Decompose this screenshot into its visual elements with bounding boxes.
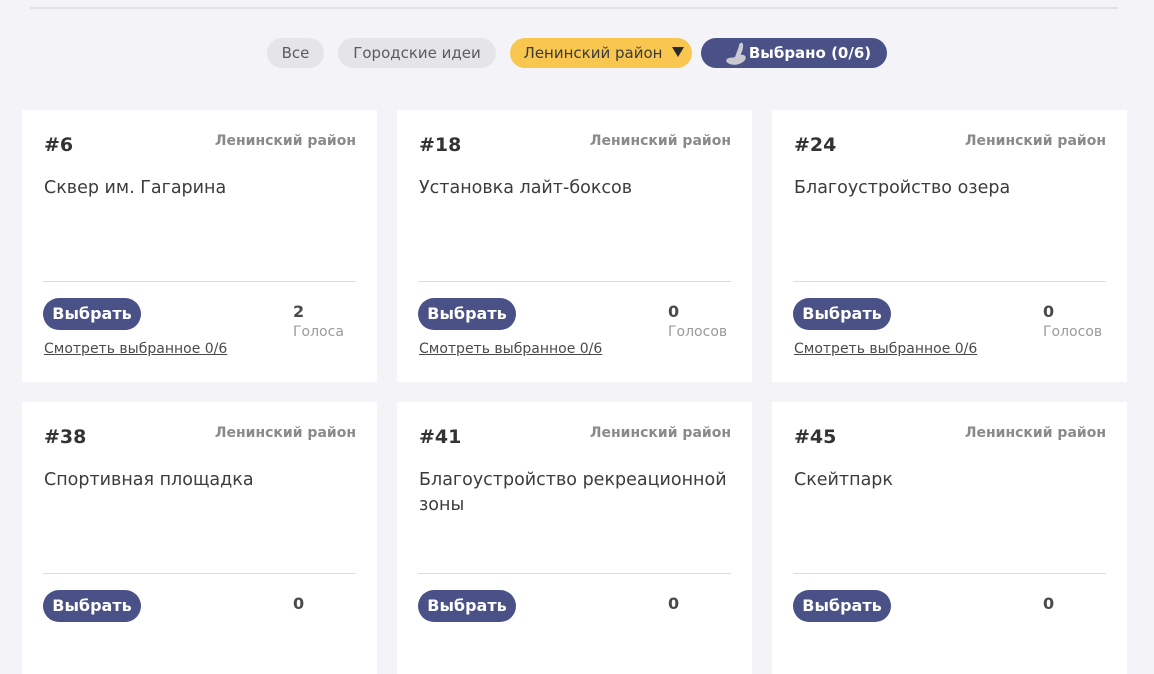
idea-title: Скейтпарк [794,470,893,490]
idea-district: Ленинский район [589,133,731,149]
idea-district: Ленинский район [964,425,1106,441]
idea-district: Ленинский район [214,425,356,441]
selected-ideas-label: Выбрано (0/6) [748,44,872,62]
view-selected-link[interactable]: Смотреть выбранное 0/6 [419,341,602,357]
choose-button[interactable]: Выбрать [793,298,891,330]
card-divider [43,573,356,574]
filter-city-ideas-chip[interactable]: Городские идеи [338,38,496,68]
votes-count: 0 [1043,594,1055,613]
choose-button[interactable]: Выбрать [418,590,516,622]
choose-button[interactable]: Выбрать [43,590,141,622]
idea-card: #18 Ленинский район Установка лайт-боксо… [397,110,752,382]
idea-number: #6 [44,134,74,156]
idea-title: Благоустройство озера [794,178,1011,198]
choose-button[interactable]: Выбрать [418,298,516,330]
filter-district-dropdown[interactable]: Ленинский район [510,38,692,68]
idea-card: #45 Ленинский район Скейтпарк Выбрать 0 [772,402,1127,674]
idea-number: #38 [44,426,87,448]
card-divider [793,573,1106,574]
caret-down-icon [672,47,684,57]
idea-number: #45 [794,426,837,448]
idea-number: #18 [419,134,462,156]
hand-pointer-icon [726,42,746,65]
view-selected-link[interactable]: Смотреть выбранное 0/6 [794,341,977,357]
idea-title: Установка лайт-боксов [419,178,633,198]
votes-label: Голосов [668,324,728,340]
idea-title: Благоустройство рекреационной зоны [419,470,727,515]
card-divider [418,281,731,282]
top-divider [30,7,1118,9]
votes-count: 0 [668,302,680,321]
idea-card: #24 Ленинский район Благоустройство озер… [772,110,1127,382]
votes-label: Голоса [293,324,344,340]
idea-number: #41 [419,426,462,448]
idea-card: #41 Ленинский район Благоустройство рекр… [397,402,752,674]
votes-count: 0 [668,594,680,613]
card-divider [793,281,1106,282]
votes-label: Голосов [1043,324,1103,340]
card-divider [418,573,731,574]
idea-title: Сквер им. Гагарина [44,178,227,198]
card-divider [43,281,356,282]
idea-card: #6 Ленинский район Сквер им. Гагарина Вы… [22,110,377,382]
view-selected-link[interactable]: Смотреть выбранное 0/6 [44,341,227,357]
filter-district-label: Ленинский район [523,44,663,62]
votes-count: 2 [293,302,305,321]
selected-ideas-button[interactable]: Выбрано (0/6) [701,38,887,68]
votes-count: 0 [1043,302,1055,321]
idea-title: Спортивная площадка [44,470,254,490]
choose-button[interactable]: Выбрать [43,298,141,330]
idea-district: Ленинский район [964,133,1106,149]
idea-card: #38 Ленинский район Спортивная площадка … [22,402,377,674]
choose-button[interactable]: Выбрать [793,590,891,622]
votes-count: 0 [293,594,305,613]
idea-number: #24 [794,134,837,156]
idea-district: Ленинский район [214,133,356,149]
filter-all-chip[interactable]: Все [267,38,324,68]
idea-district: Ленинский район [589,425,731,441]
filter-bar: Все Городские идеи Ленинский район Выбра… [0,38,1154,68]
